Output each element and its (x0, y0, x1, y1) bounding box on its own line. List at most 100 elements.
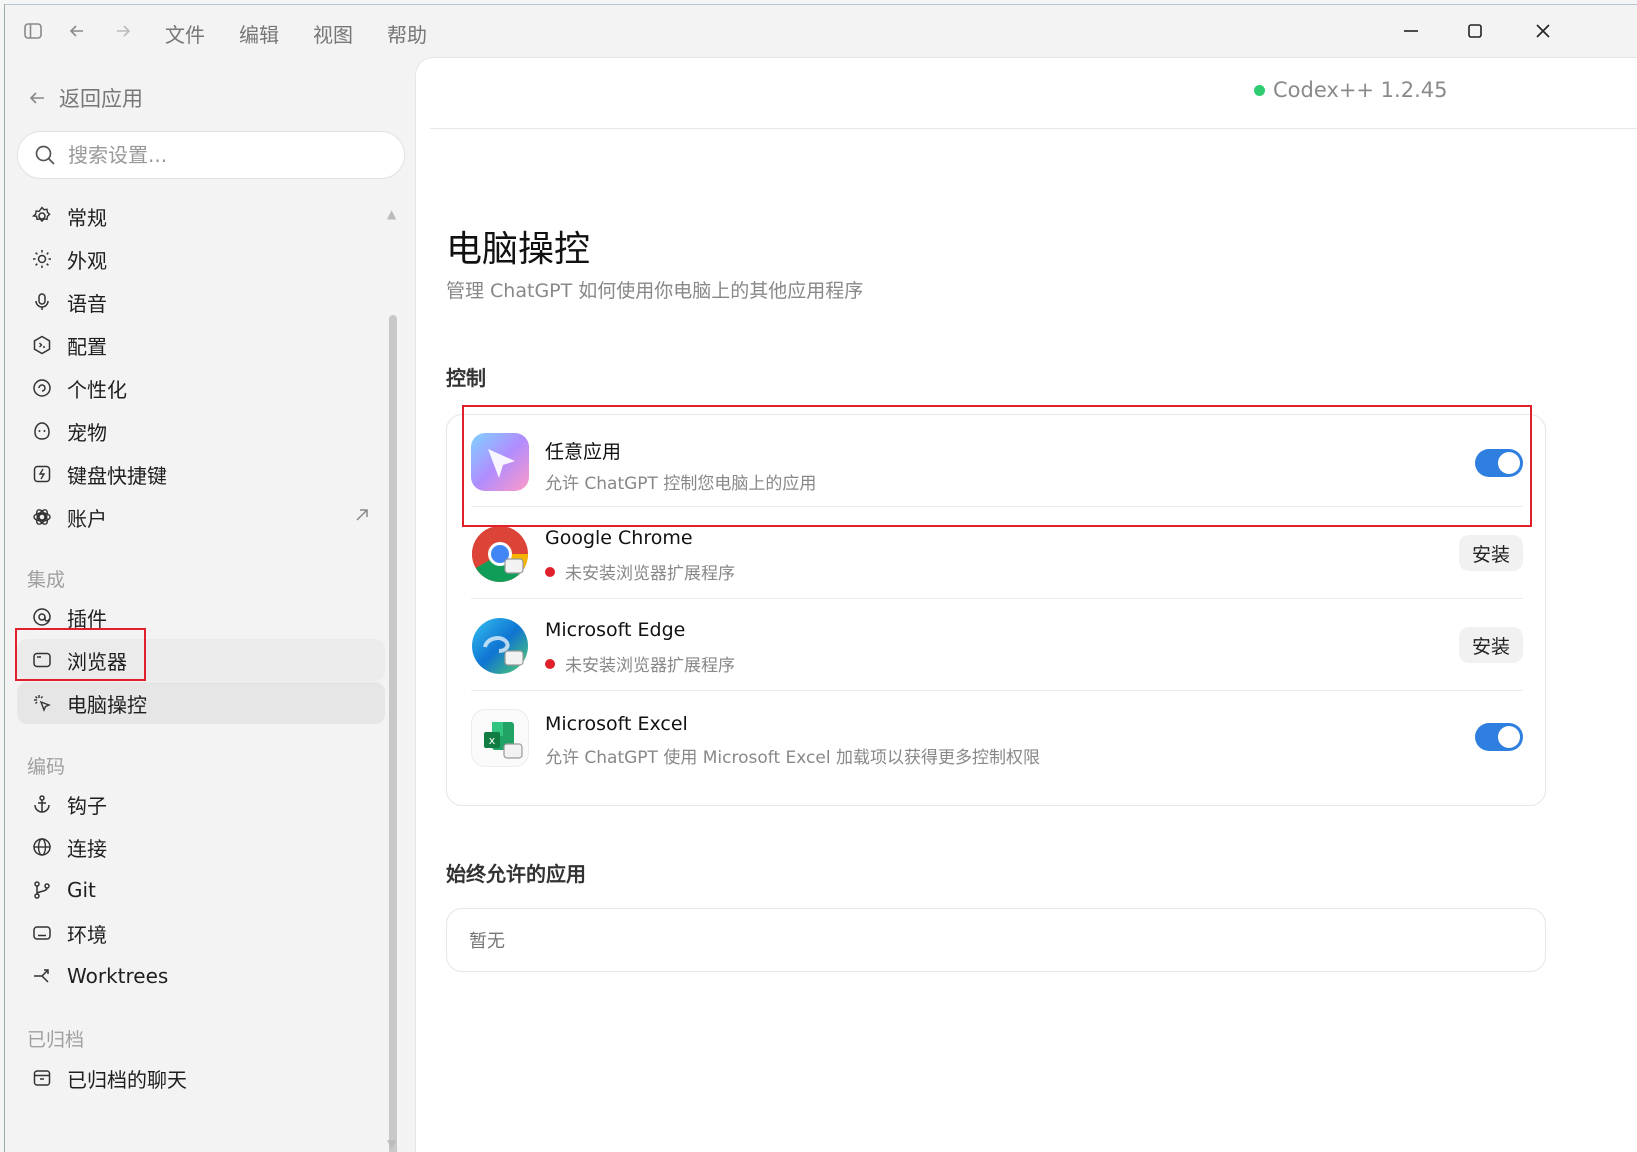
git-branch-icon (31, 879, 53, 901)
sidebar-item-worktrees[interactable]: Worktrees (17, 955, 385, 997)
page-subtitle: 管理 ChatGPT 如何使用你电脑上的其他应用程序 (446, 280, 864, 302)
sidebar-item-label: 电脑操控 (67, 692, 147, 717)
toggle-knob (1498, 726, 1520, 748)
forward-arrow-icon[interactable] (109, 17, 137, 45)
gear-icon (31, 205, 53, 227)
app-name: Microsoft Excel (545, 713, 688, 735)
menu-edit[interactable]: 编辑 (239, 19, 279, 48)
sidebar-item-archived-chats[interactable]: 已归档的聊天 (17, 1057, 385, 1099)
version-label: Codex++ 1.2.45 (1273, 78, 1448, 102)
menu-file[interactable]: 文件 (165, 19, 205, 48)
menu-view[interactable]: 视图 (313, 19, 353, 48)
anchor-icon (31, 793, 53, 815)
environment-icon (31, 922, 53, 944)
app-window: 文件 编辑 视图 帮助 返回应用 ▲ ▼ 常规 (4, 4, 1637, 1152)
app-desc-text: 未安装浏览器扩展程序 (565, 564, 735, 584)
app-desc-text: 允许 ChatGPT 使用 Microsoft Excel 加载项以获得更多控制… (545, 748, 1040, 768)
sidebar-item-hooks[interactable]: 钩子 (17, 783, 385, 825)
sidebar-item-label: 语音 (67, 291, 107, 316)
sidebar-item-label: 连接 (67, 836, 107, 861)
back-arrow-icon (29, 92, 44, 104)
app-status: 未安装浏览器扩展程序 (545, 651, 735, 676)
sidebar-item-account[interactable]: 账户 (17, 496, 385, 538)
sidebar-scrollbar[interactable] (389, 315, 397, 1152)
scroll-down-icon[interactable]: ▼ (387, 1137, 396, 1151)
search-box[interactable] (17, 131, 405, 179)
sidebar: 返回应用 ▲ ▼ 常规 外观 语音 配置 个性化 (5, 57, 415, 1152)
app-desc-text: 未安装浏览器扩展程序 (565, 656, 735, 676)
app-row-edge: Microsoft Edge 未安装浏览器扩展程序 安装 (471, 599, 1523, 691)
sidebar-item-label: 钩子 (67, 793, 107, 818)
install-edge-button[interactable]: 安装 (1459, 627, 1523, 663)
keyboard-icon (31, 463, 53, 485)
sidebar-item-label: Git (67, 878, 96, 902)
personalize-icon (31, 377, 53, 399)
sidebar-item-label: 个性化 (67, 377, 127, 402)
sidebar-item-personalize[interactable]: 个性化 (17, 367, 385, 409)
sidebar-item-label: 账户 (67, 506, 107, 531)
install-chrome-button[interactable]: 安装 (1459, 535, 1523, 571)
sidebar-item-label: Worktrees (67, 964, 169, 988)
back-to-app-link[interactable]: 返回应用 (27, 83, 143, 113)
highlight-box-any-app (462, 405, 1532, 527)
app-desc: 允许 ChatGPT 使用 Microsoft Excel 加载项以获得更多控制… (545, 743, 1040, 768)
error-dot (545, 658, 555, 669)
section-label-coding: 编码 (27, 756, 66, 778)
section-label-integration: 集成 (27, 569, 66, 591)
always-allowed-list: 暂无 (446, 908, 1546, 972)
sidebar-item-keyboard-shortcuts[interactable]: 键盘快捷键 (17, 453, 385, 495)
sidebar-item-general[interactable]: 常规 (17, 195, 385, 237)
empty-state-text: 暂无 (469, 931, 505, 952)
sidebar-item-voice[interactable]: 语音 (17, 281, 385, 323)
section-heading-always-allowed: 始终允许的应用 (446, 862, 586, 886)
sidebar-item-git[interactable]: Git (17, 869, 385, 911)
scroll-up-icon[interactable]: ▲ (387, 207, 396, 221)
plugin-icon (31, 606, 53, 628)
sidebar-item-label: 常规 (67, 205, 107, 230)
openai-icon (31, 506, 53, 528)
sidebar-item-connections[interactable]: 连接 (17, 826, 385, 868)
sidebar-item-label: 环境 (67, 922, 107, 947)
sidebar-toggle-icon[interactable] (19, 17, 47, 45)
edge-icon (471, 617, 529, 675)
page-title: 电脑操控 (446, 229, 591, 270)
sun-icon (31, 248, 53, 270)
minimize-icon[interactable] (1391, 15, 1431, 47)
worktree-icon (31, 965, 53, 987)
app-name: Google Chrome (545, 527, 693, 549)
sidebar-item-label: 配置 (67, 334, 107, 359)
back-arrow-icon[interactable] (63, 17, 91, 45)
pet-icon (31, 420, 53, 442)
sidebar-item-pet[interactable]: 宠物 (17, 410, 385, 452)
sidebar-item-label: 键盘快捷键 (67, 463, 167, 488)
sidebar-item-environment[interactable]: 环境 (17, 912, 385, 954)
config-icon (31, 334, 53, 356)
menu-help[interactable]: 帮助 (387, 19, 427, 48)
back-label: 返回应用 (59, 87, 143, 111)
sidebar-item-label: 外观 (67, 248, 107, 273)
maximize-icon[interactable] (1455, 15, 1495, 47)
status-dot (1254, 84, 1265, 96)
excel-toggle[interactable] (1475, 723, 1523, 751)
close-icon[interactable] (1523, 15, 1563, 47)
excel-icon: x (471, 709, 529, 767)
search-icon (35, 145, 55, 165)
sidebar-item-label: 宠物 (67, 420, 107, 445)
svg-text:x: x (489, 734, 496, 747)
app-row-excel: x Microsoft Excel 允许 ChatGPT 使用 Microsof… (471, 691, 1523, 783)
section-heading-control: 控制 (446, 366, 486, 390)
app-status: 未安装浏览器扩展程序 (545, 559, 735, 584)
main-panel: Codex++ 1.2.45 电脑操控 管理 ChatGPT 如何使用你电脑上的… (415, 57, 1637, 1152)
title-bar: 文件 编辑 视图 帮助 (5, 5, 1637, 57)
sidebar-item-appearance[interactable]: 外观 (17, 238, 385, 280)
external-link-icon (353, 505, 371, 529)
sidebar-item-computer-control[interactable]: 电脑操控 (17, 682, 385, 724)
computer-control-icon (31, 692, 53, 714)
sidebar-item-config[interactable]: 配置 (17, 324, 385, 366)
app-name: Microsoft Edge (545, 619, 686, 641)
microphone-icon (31, 291, 53, 313)
version-indicator: Codex++ 1.2.45 (1254, 78, 1447, 102)
chrome-icon (471, 525, 529, 583)
search-input[interactable] (68, 143, 368, 167)
archive-icon (31, 1067, 53, 1089)
